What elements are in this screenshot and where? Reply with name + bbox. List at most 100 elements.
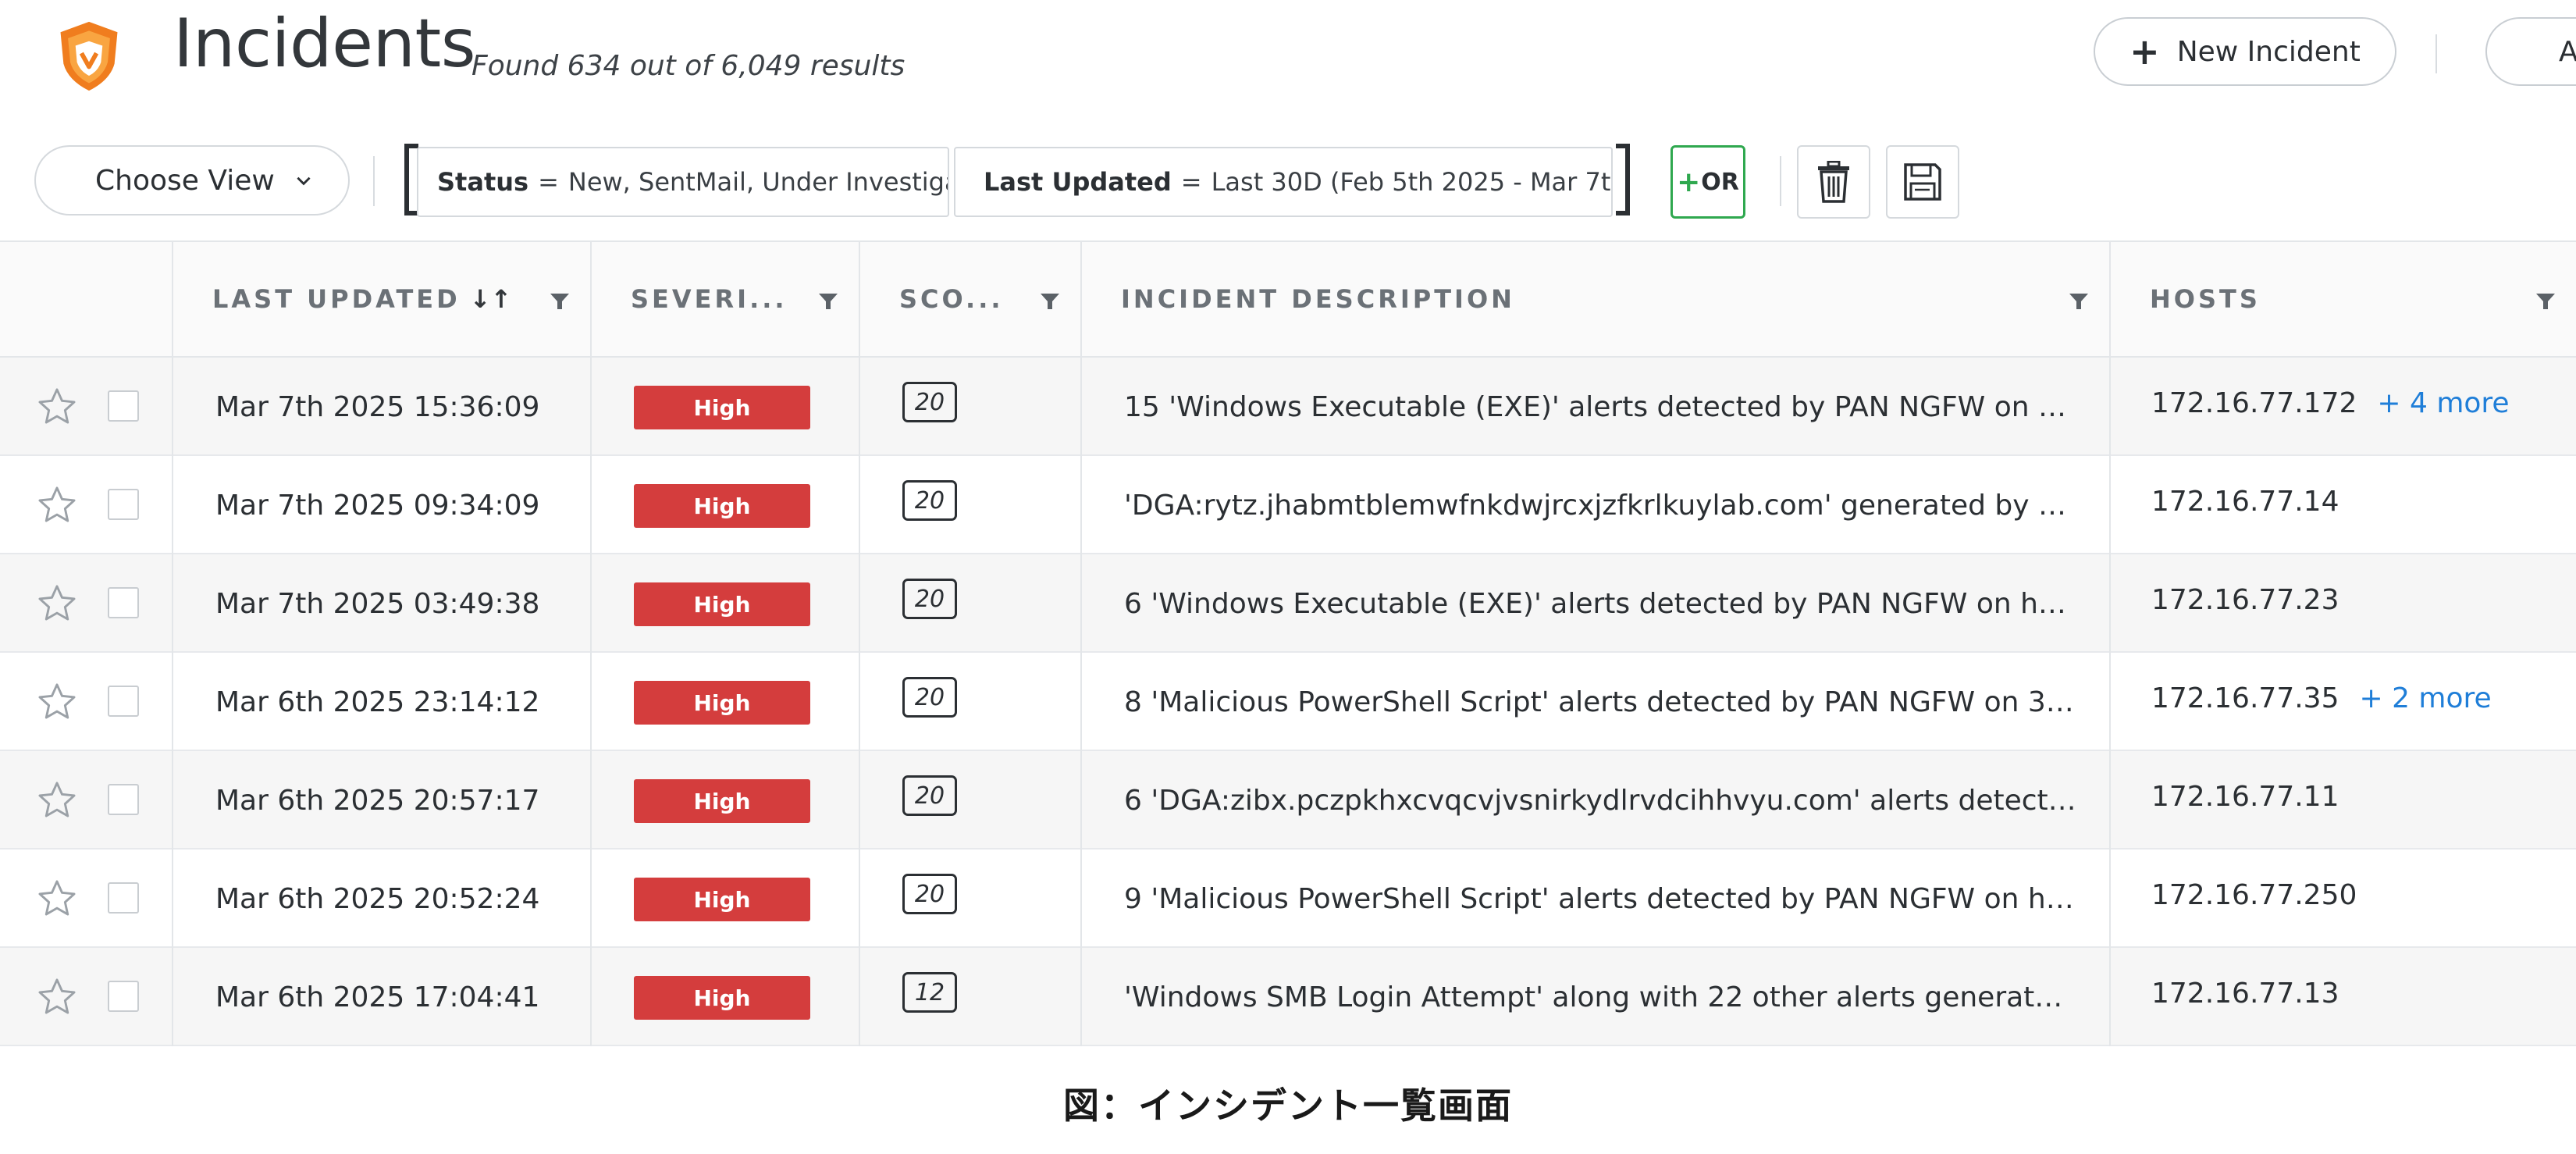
- row-select-cell: [0, 653, 172, 751]
- score-cell: 20: [859, 358, 1080, 456]
- actions-button[interactable]: A: [2485, 17, 2576, 86]
- row-select-cell: [0, 948, 172, 1046]
- filter-chip-status[interactable]: Status = New, SentMail, Under Investigat…: [417, 147, 949, 217]
- sort-icon[interactable]: ↓↑: [470, 284, 512, 314]
- severity-badge: High: [634, 976, 810, 1020]
- filter-bar: Choose View Status = New, SentMail, Unde…: [0, 133, 2576, 226]
- star-icon[interactable]: [34, 386, 80, 428]
- column-header-hosts[interactable]: HOSTS: [2109, 242, 2576, 356]
- severity-badge: High: [634, 582, 810, 626]
- star-icon[interactable]: [34, 878, 80, 920]
- incident-description: 'Windows SMB Login Attempt' along with 2…: [1124, 981, 2078, 1013]
- score-cell: 20: [859, 849, 1080, 948]
- severity-cell: High: [590, 653, 859, 751]
- column-header-last-updated-label: LAST UPDATED: [212, 284, 461, 314]
- incident-description-cell[interactable]: 'Windows SMB Login Attempt' along with 2…: [1080, 948, 2109, 1046]
- column-header-severity[interactable]: SEVERI...: [590, 242, 859, 356]
- hosts-cell: 172.16.77.250: [2109, 849, 2576, 948]
- star-icon[interactable]: [34, 582, 80, 625]
- incident-description: 15 'Windows Executable (EXE)' alerts det…: [1124, 390, 2078, 423]
- score-badge: 20: [902, 382, 957, 422]
- filter-icon[interactable]: [550, 292, 570, 311]
- column-header-select: [0, 242, 172, 356]
- column-header-description[interactable]: INCIDENT DESCRIPTION: [1080, 242, 2109, 356]
- filter-chip-last-updated-equals: =: [1180, 167, 1202, 197]
- row-checkbox[interactable]: [108, 489, 139, 520]
- filter-group-bracket-right: [1616, 144, 1630, 215]
- incident-description-cell[interactable]: 9 'Malicious PowerShell Script' alerts d…: [1080, 849, 2109, 948]
- incident-description-cell[interactable]: 'DGA:rytz.jhabmtblemwfnkdwjrcxjzfkrlkuyl…: [1080, 456, 2109, 554]
- row-checkbox[interactable]: [108, 587, 139, 618]
- incident-description-cell[interactable]: 8 'Malicious PowerShell Script' alerts d…: [1080, 653, 2109, 751]
- row-select-cell: [0, 358, 172, 456]
- last-updated-cell: Mar 6th 2025 17:04:41: [172, 948, 590, 1046]
- new-incident-label: New Incident: [2176, 35, 2361, 68]
- severity-cell: High: [590, 358, 859, 456]
- star-icon[interactable]: [34, 779, 80, 821]
- table-row[interactable]: Mar 7th 2025 15:36:09 High 20 15 'Window…: [0, 358, 2576, 456]
- table-row[interactable]: Mar 6th 2025 20:57:17 High 20 6 'DGA:zib…: [0, 751, 2576, 849]
- table-row[interactable]: Mar 7th 2025 03:49:38 High 20 6 'Windows…: [0, 554, 2576, 653]
- column-header-score[interactable]: SCO...: [859, 242, 1080, 356]
- row-checkbox[interactable]: [108, 882, 139, 914]
- hosts-cell: 172.16.77.23: [2109, 554, 2576, 653]
- filter-icon[interactable]: [2535, 292, 2556, 311]
- hosts-cell: 172.16.77.11: [2109, 751, 2576, 849]
- filter-icon[interactable]: [818, 292, 838, 311]
- row-checkbox[interactable]: [108, 686, 139, 717]
- trash-icon: [1818, 161, 1849, 203]
- or-label: OR: [1701, 168, 1739, 196]
- filter-chip-status-value: New, SentMail, Under Investigation: [568, 167, 948, 197]
- save-icon: [1904, 163, 1941, 201]
- severity-badge: High: [634, 779, 810, 823]
- hosts-more-link[interactable]: + 2 more: [2359, 682, 2491, 714]
- severity-cell: High: [590, 554, 859, 653]
- choose-view-dropdown[interactable]: Choose View: [34, 145, 350, 215]
- column-header-score-label: SCO...: [899, 284, 1004, 314]
- row-checkbox[interactable]: [108, 784, 139, 815]
- incident-description-cell[interactable]: 6 'DGA:zibx.pczpkhxcvqcvjvsnirkydlrvdcih…: [1080, 751, 2109, 849]
- hosts-more-link[interactable]: + 4 more: [2377, 387, 2509, 419]
- score-cell: 12: [859, 948, 1080, 1046]
- star-icon[interactable]: [34, 681, 80, 723]
- row-checkbox[interactable]: [108, 390, 139, 422]
- severity-badge: High: [634, 484, 810, 528]
- table-row[interactable]: Mar 6th 2025 17:04:41 High 12 'Windows S…: [0, 948, 2576, 1046]
- score-cell: 20: [859, 456, 1080, 554]
- host-ip: 172.16.77.11: [2151, 781, 2339, 813]
- column-header-description-label: INCIDENT DESCRIPTION: [1121, 284, 1515, 314]
- add-or-filter-button[interactable]: + OR: [1670, 145, 1745, 219]
- incident-description-cell[interactable]: 15 'Windows Executable (EXE)' alerts det…: [1080, 358, 2109, 456]
- filter-divider: [373, 156, 375, 206]
- app-header: Incidents Found 634 out of 6,049 results…: [0, 0, 2576, 102]
- star-icon[interactable]: [34, 484, 80, 526]
- table-row[interactable]: Mar 6th 2025 23:14:12 High 20 8 'Malicio…: [0, 653, 2576, 751]
- filter-icon[interactable]: [1040, 292, 1060, 311]
- star-icon[interactable]: [34, 976, 80, 1018]
- delete-filters-button[interactable]: [1797, 145, 1870, 219]
- shield-logo-icon: [60, 21, 118, 91]
- figure-caption: 図：インシデント一覧画面: [1063, 1085, 1513, 1127]
- table-row[interactable]: Mar 7th 2025 09:34:09 High 20 'DGA:rytz.…: [0, 456, 2576, 554]
- column-header-hosts-label: HOSTS: [2150, 284, 2261, 314]
- filter-chip-last-updated[interactable]: Last Updated = Last 30D (Feb 5th 2025 - …: [954, 147, 1613, 217]
- column-header-severity-label: SEVERI...: [631, 284, 788, 314]
- hosts-cell: 172.16.77.13: [2109, 948, 2576, 1046]
- incident-description: 6 'DGA:zibx.pczpkhxcvqcvjvsnirkydlrvdcih…: [1124, 784, 2078, 817]
- last-updated-cell: Mar 6th 2025 20:57:17: [172, 751, 590, 849]
- host-ip: 172.16.77.172: [2151, 387, 2357, 419]
- incident-description-cell[interactable]: 6 'Windows Executable (EXE)' alerts dete…: [1080, 554, 2109, 653]
- table-row[interactable]: Mar 6th 2025 20:52:24 High 20 9 'Malicio…: [0, 849, 2576, 948]
- last-updated-cell: Mar 7th 2025 03:49:38: [172, 554, 590, 653]
- filter-icon[interactable]: [2069, 292, 2089, 311]
- new-incident-button[interactable]: + New Incident: [2094, 17, 2396, 86]
- score-badge: 20: [902, 677, 957, 718]
- row-select-cell: [0, 456, 172, 554]
- choose-view-label: Choose View: [95, 164, 275, 197]
- column-header-last-updated[interactable]: LAST UPDATED ↓↑: [172, 242, 590, 356]
- score-badge: 12: [902, 972, 957, 1013]
- results-count: Found 634 out of 6,049 results: [471, 50, 906, 82]
- save-view-button[interactable]: [1886, 145, 1959, 219]
- severity-badge: High: [634, 386, 810, 429]
- row-checkbox[interactable]: [108, 981, 139, 1012]
